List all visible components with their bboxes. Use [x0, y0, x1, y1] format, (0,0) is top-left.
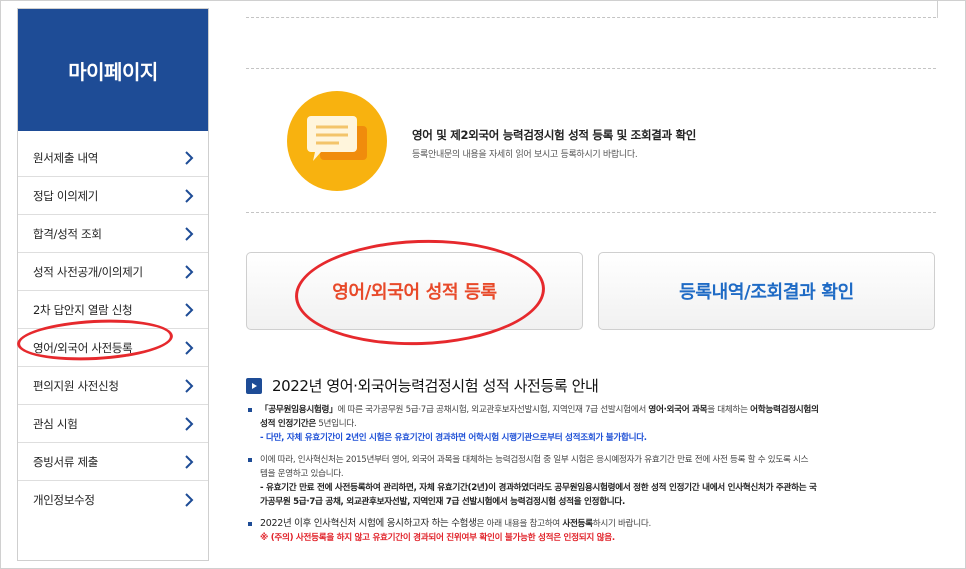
sidebar-item-label: 2차 답안지 열람 신청 — [33, 302, 133, 317]
notice-warning: ※ (주의) 사전등록을 하지 않고 유효기간이 경과되어 진위여부 확인이 불… — [260, 533, 615, 543]
notice-text: 을 대체하는 — [707, 405, 751, 415]
check-results-button[interactable]: 등록내역/조회결과 확인 — [598, 252, 935, 330]
notice-item: 「공무원임용시험령」에 따른 국가공무원 5급·7급 공채시험, 외교관후보자선… — [246, 403, 936, 445]
sidebar-item-answer-objection[interactable]: 정답 이의제기 — [18, 177, 208, 215]
chevron-right-icon — [185, 150, 194, 165]
chevron-right-icon — [185, 416, 194, 431]
law-name: 「공무원임용시험령」 — [260, 405, 338, 415]
play-bullet-icon — [246, 377, 262, 394]
dashed-divider — [246, 68, 936, 69]
sidebar-item-label: 개인정보수정 — [33, 493, 95, 507]
sidebar-item-convenience-support[interactable]: 편의지원 사전신청 — [18, 367, 208, 405]
sidebar-item-label: 증빙서류 제출 — [33, 454, 99, 469]
sidebar-item-label: 정답 이의제기 — [33, 188, 99, 203]
sidebar-item-profile-edit[interactable]: 개인정보수정 — [18, 481, 208, 519]
notice-text: 5년입니다. — [315, 419, 357, 429]
notice-emphasis: 가공무원 5급·7급 공채, 외교관후보자선발, 지역인재 7급 선발시험에서 … — [260, 497, 625, 507]
dashed-divider — [246, 17, 936, 18]
notice-item: 이에 따라, 인사혁신처는 2015년부터 영어, 외국어 과목을 대체하는 능… — [246, 453, 936, 509]
chevron-right-icon — [185, 340, 194, 355]
sidebar-title: 마이페이지 — [68, 59, 158, 84]
notice-emphasis: 2022년 이후 인사혁신처 시험에 응시하고자 하는 수험생 — [260, 518, 477, 529]
section-title: 2022년 영어·외국어능력검정시험 성적 사전등록 안내 — [272, 377, 599, 395]
notice-emphasis: 영어·외국어 과목 — [648, 405, 708, 415]
sidebar-item-score-preview[interactable]: 성적 사전공개/이의제기 — [18, 253, 208, 291]
sidebar-item-label: 관심 시험 — [33, 416, 78, 431]
sidebar-item-answer-sheet-view[interactable]: 2차 답안지 열람 신청 — [18, 291, 208, 329]
notice-item: 2022년 이후 인사혁신처 시험에 응시하고자 하는 수험생은 아래 내용을 … — [246, 517, 936, 545]
chevron-right-icon — [185, 188, 194, 203]
sidebar-menu: 원서제출 내역 정답 이의제기 합격/성적 조회 성적 사전공개/이의제기 2차… — [18, 139, 208, 519]
divider — [937, 0, 938, 18]
notice-text: 이에 따라, 인사혁신처는 2015년부터 영어, 외국어 과목을 대체하는 능… — [260, 455, 809, 465]
intro-subtitle: 등록안내문의 내용을 자세히 읽어 보시고 등록하시기 바랍니다. — [412, 150, 638, 160]
check-results-label: 등록내역/조회결과 확인 — [679, 282, 854, 303]
sidebar-item-label: 합격/성적 조회 — [33, 226, 102, 241]
sidebar-item-label: 성적 사전공개/이의제기 — [33, 264, 143, 279]
notice-list: 「공무원임용시험령」에 따른 국가공무원 5급·7급 공채시험, 외교관후보자선… — [246, 403, 936, 553]
notice-text: 템을 운영하고 있습니다. — [260, 469, 344, 479]
chevron-right-icon — [185, 493, 194, 507]
sidebar-item-favorite-exams[interactable]: 관심 시험 — [18, 405, 208, 443]
notice-emphasis: 성적 인정기간은 — [260, 419, 316, 429]
notice-text: 에 따른 국가공무원 5급·7급 공채시험, 외교관후보자선발시험, 지역인재 … — [337, 405, 649, 415]
sidebar-header: 마이페이지 — [18, 9, 208, 131]
notice-text: 하시기 바랍니다. — [592, 519, 651, 529]
sidebar-item-document-submission[interactable]: 증빙서류 제출 — [18, 443, 208, 481]
register-score-button[interactable]: 영어/외국어 성적 등록 — [246, 252, 583, 330]
sidebar-item-results[interactable]: 합격/성적 조회 — [18, 215, 208, 253]
main-content: 영어 및 제2외국어 능력검정시험 성적 등록 및 조회결과 확인 등록안내문의… — [246, 0, 936, 569]
notice-emphasis: 사전등록 — [562, 519, 593, 529]
chevron-right-icon — [185, 264, 194, 279]
sidebar-item-application-history[interactable]: 원서제출 내역 — [18, 139, 208, 177]
notice-blue-note: - 다만, 자체 유효기간이 2년인 시험은 유효기간이 경과하면 어학시험 시… — [260, 433, 647, 443]
intro-title: 영어 및 제2외국어 능력검정시험 성적 등록 및 조회결과 확인 — [412, 128, 697, 142]
sidebar-item-language-preregistration[interactable]: 영어/외국어 사전등록 — [18, 329, 208, 367]
chat-bubble-icon — [287, 91, 387, 191]
notice-emphasis: - 유효기간 만료 전에 사전등록하여 관리하면, 자체 유효기간(2년)이 경… — [260, 483, 817, 493]
notice-text: 은 아래 내용을 참고하여 — [476, 519, 563, 529]
dashed-divider — [246, 212, 936, 213]
sidebar-item-label: 영어/외국어 사전등록 — [33, 340, 133, 355]
section-heading: 2022년 영어·외국어능력검정시험 성적 사전등록 안내 — [246, 375, 599, 396]
register-score-label: 영어/외국어 성적 등록 — [332, 282, 497, 303]
chevron-right-icon — [185, 226, 194, 241]
sidebar: 마이페이지 원서제출 내역 정답 이의제기 합격/성적 조회 성적 사전공개/이… — [17, 8, 209, 561]
sidebar-item-label: 편의지원 사전신청 — [33, 378, 119, 393]
chevron-right-icon — [185, 378, 194, 393]
chevron-right-icon — [185, 454, 194, 469]
sidebar-item-label: 원서제출 내역 — [33, 150, 99, 165]
notice-emphasis: 어학능력검정시험의 — [750, 405, 819, 415]
chevron-right-icon — [185, 302, 194, 317]
